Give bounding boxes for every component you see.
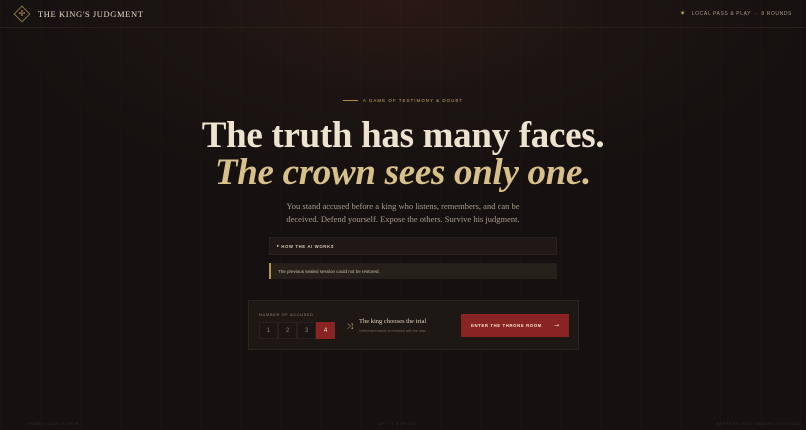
accused-count-option[interactable]: 2 [278, 322, 297, 339]
subheadline: The crown sees only one. [214, 152, 592, 193]
notice-message: The previous sealed session could not be… [278, 268, 380, 274]
headline: The truth has many faces. [201, 115, 605, 156]
how-ai-works-toggle[interactable]: ▸ HOW THE AI WORKS [269, 237, 557, 255]
caret-right-icon: ▸ [277, 243, 280, 249]
shuffle-icon: ⤨ [346, 322, 354, 331]
accused-count-option[interactable]: 1 [259, 322, 278, 339]
enter-button-label: ENTER THE THRONE ROOM [471, 323, 542, 328]
enter-throne-room-button[interactable]: ENTER THE THRONE ROOM → [461, 314, 569, 337]
eyebrow: A GAME OF TESTIMONY & DOUBT [0, 98, 806, 103]
session-info: ✷ LOCAL PASS & PLAY · 8 ROUNDS [680, 10, 792, 18]
footer-left: EVERY CASE IS NEW [28, 420, 79, 426]
session-restore-notice: The previous sealed session could not be… [269, 263, 557, 279]
top-bar: ✢ THE KING'S JUDGMENT ✷ LOCAL PASS & PLA… [0, 0, 806, 28]
star-icon: ✷ [680, 11, 686, 17]
eyebrow-rule [342, 100, 358, 101]
brand-name: THE KING'S JUDGMENT [38, 8, 144, 19]
footer: EVERY CASE IS NEW API · 1.0 READY REFRES… [0, 416, 806, 430]
rounds-label: 8 ROUNDS [761, 10, 792, 17]
accused-count-option[interactable]: 3 [297, 322, 316, 339]
trial-title: The king chooses the trial [359, 318, 427, 325]
mode-label: LOCAL PASS & PLAY [691, 10, 752, 17]
eyebrow-text: A GAME OF TESTIMONY & DOUBT [362, 98, 464, 103]
footer-center: API · 1.0 READY [377, 420, 418, 426]
arrow-right-icon: → [553, 322, 559, 329]
accused-count-label: NUMBER OF ACCUSED [259, 312, 314, 317]
how-ai-works-label: HOW THE AI WORKS [281, 243, 335, 249]
accused-count-selector: 1 2 3 4 [259, 322, 335, 339]
brand[interactable]: ✢ THE KING'S JUDGMENT [13, 5, 144, 22]
setup-panel: NUMBER OF ACCUSED 1 2 3 4 ⤨ The king cho… [248, 300, 579, 350]
accused-count-option-selected[interactable]: 4 [316, 322, 335, 339]
trial-subtitle: Unfinished results is revealed with the … [359, 329, 427, 333]
crown-sword-icon: ✢ [13, 5, 31, 22]
footer-right: REFRESH SAFE SEALED SESSIONS [716, 420, 802, 426]
lede-paragraph: You stand accused before a king who list… [286, 201, 520, 224]
separator: · [755, 10, 758, 17]
